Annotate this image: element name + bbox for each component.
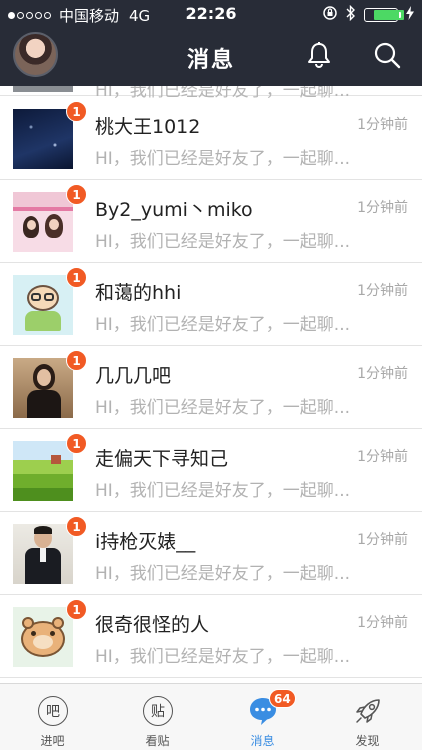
tab-discover[interactable]: 发现 [315, 684, 420, 750]
conversation-item[interactable]: 1 桃大王1012 1分钟前 HI，我们已经是好友了，一起聊... [0, 97, 422, 180]
nav-bar: 消息 [0, 28, 422, 86]
contact-name: 走偏天下寻知己 [95, 448, 229, 470]
message-preview: HI，我们已经是好友了，一起聊... [95, 315, 351, 335]
unread-badge: 1 [66, 433, 87, 454]
avatar [13, 275, 73, 335]
avatar [13, 524, 73, 584]
header: 中国移动 4G 22:26 消息 [0, 0, 422, 86]
orientation-lock-icon [322, 5, 338, 25]
contact-name: 几几几吧 [95, 365, 172, 387]
messages-screen: 中国移动 4G 22:26 消息 HI，我们已经是好友了，一起聊... 1 桃大… [0, 0, 422, 750]
message-time: 1分钟前 [357, 283, 408, 299]
contact-name: 很奇很怪的人 [95, 614, 210, 636]
charging-icon [406, 6, 414, 24]
tab-jinba[interactable]: 吧 进吧 [0, 684, 105, 750]
rocket-icon [353, 696, 383, 726]
avatar [13, 607, 73, 667]
message-time: 1分钟前 [357, 366, 408, 382]
avatar [13, 192, 73, 252]
message-time: 1分钟前 [357, 532, 408, 548]
bluetooth-icon [346, 4, 356, 25]
unread-badge: 1 [66, 184, 87, 205]
contact-name: By2_yumi丶miko [95, 199, 253, 221]
status-bar: 中国移动 4G 22:26 [0, 0, 422, 28]
tab-kantie[interactable]: 贴 看贴 [105, 684, 210, 750]
message-time: 1分钟前 [357, 117, 408, 133]
tie-circle-icon: 贴 [143, 696, 173, 726]
conversation-list[interactable]: HI，我们已经是好友了，一起聊... 1 桃大王1012 1分钟前 HI，我们已… [0, 86, 422, 683]
bell-icon [308, 42, 330, 68]
message-time: 1分钟前 [357, 200, 408, 216]
notification-button[interactable] [304, 40, 334, 70]
search-icon [374, 42, 401, 69]
tab-messages[interactable]: 64 消息 [210, 684, 315, 750]
tab-label: 看贴 [145, 734, 170, 748]
message-preview: HI，我们已经是好友了，一起聊... [95, 398, 351, 418]
avatar [13, 86, 73, 92]
conversation-item[interactable]: 1 走偏天下寻知己 1分钟前 HI，我们已经是好友了，一起聊... [0, 429, 422, 512]
list-item-partial[interactable]: HI，我们已经是好友了，一起聊... [0, 86, 422, 101]
battery-icon [364, 8, 404, 22]
message-time: 1分钟前 [357, 449, 408, 465]
ba-circle-icon: 吧 [38, 696, 68, 726]
status-right [314, 4, 414, 25]
message-preview: HI，我们已经是好友了，一起聊... [95, 564, 351, 584]
avatar [13, 441, 73, 501]
unread-badge: 1 [66, 599, 87, 620]
avatar [13, 109, 73, 169]
unread-count-badge: 64 [269, 689, 296, 708]
message-preview: HI，我们已经是好友了，一起聊... [95, 232, 351, 252]
contact-name: 桃大王1012 [95, 116, 201, 138]
contact-name: 和蔼的hhi [95, 282, 182, 304]
conversation-item[interactable]: 1 By2_yumi丶miko 1分钟前 HI，我们已经是好友了，一起聊... [0, 180, 422, 263]
conversation-item[interactable]: 1 很奇很怪的人 1分钟前 HI，我们已经是好友了，一起聊... [0, 595, 422, 678]
tab-label: 进吧 [40, 734, 65, 748]
contact-name: i持枪灭婊__ [95, 531, 196, 553]
conversation-item[interactable]: 1 几几几吧 1分钟前 HI，我们已经是好友了，一起聊... [0, 346, 422, 429]
message-preview: HI，我们已经是好友了，一起聊... [95, 481, 351, 501]
tab-label: 消息 [250, 734, 275, 748]
message-time: 1分钟前 [357, 615, 408, 631]
unread-badge: 1 [66, 267, 87, 288]
avatar [13, 358, 73, 418]
unread-badge: 1 [66, 101, 87, 122]
tab-bar: 吧 进吧 贴 看贴 64 消息 发现 [0, 683, 422, 750]
page-title: 消息 [186, 48, 235, 73]
conversation-item[interactable]: 1 和蔼的hhi 1分钟前 HI，我们已经是好友了，一起聊... [0, 263, 422, 346]
message-preview: HI，我们已经是好友了，一起聊... [95, 647, 351, 667]
conversation-item[interactable]: 1 i持枪灭婊__ 1分钟前 HI，我们已经是好友了，一起聊... [0, 512, 422, 595]
tab-label: 发现 [355, 734, 380, 748]
search-button[interactable] [372, 40, 402, 70]
message-preview: HI，我们已经是好友了，一起聊... [95, 149, 351, 169]
unread-badge: 1 [66, 516, 87, 537]
unread-badge: 1 [66, 350, 87, 371]
